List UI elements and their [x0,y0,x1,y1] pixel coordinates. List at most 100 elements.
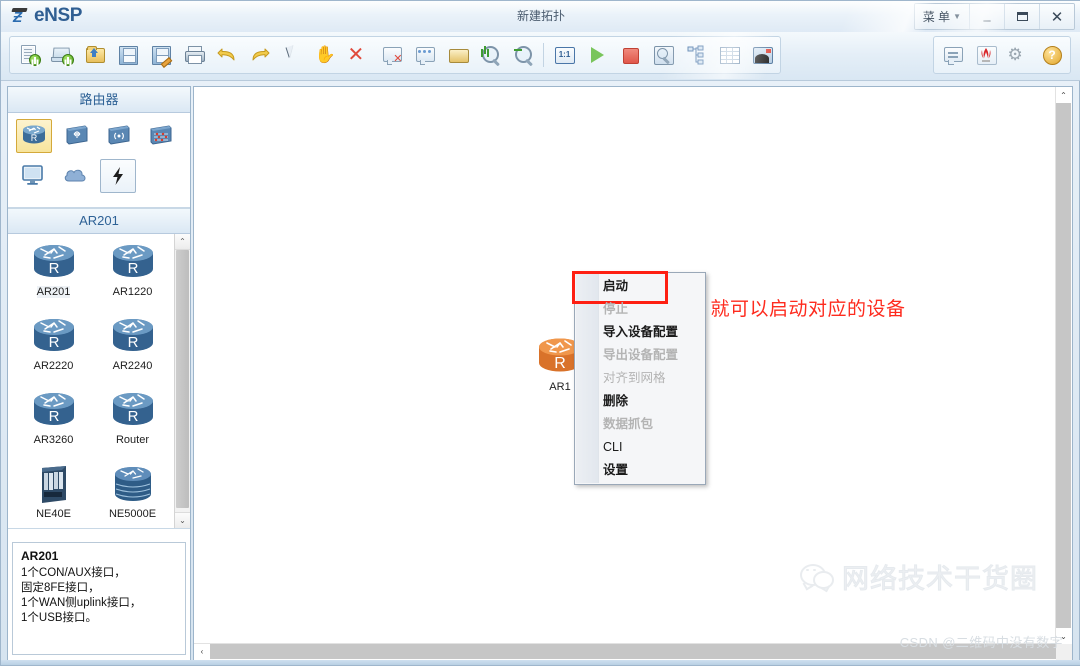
zoom-reset-button[interactable]: 1:1 [547,39,580,71]
select-tool-button[interactable] [276,39,309,71]
wechat-icon [800,563,834,590]
pan-tool-button[interactable]: ✋ [309,39,342,71]
save-button[interactable] [111,39,144,71]
status-bar [1,660,1080,665]
undo-icon [216,44,238,66]
category-terminal[interactable] [16,159,50,191]
window-title: 新建拓扑 [516,9,565,23]
svg-text:R: R [48,408,59,425]
context-menu-item-import-config[interactable]: 导入设备配置 [575,321,705,344]
router-device-icon: R [112,393,153,425]
zoom-out-button[interactable] [507,39,540,71]
category-other[interactable] [100,159,136,193]
open-button[interactable] [78,39,111,71]
chat-button[interactable] [936,39,969,71]
context-menu-item-start[interactable]: 启动 [572,271,705,304]
canvas-scroll-up-icon[interactable]: ⌃ [1056,87,1071,103]
redo-button[interactable] [243,39,276,71]
zoom-reset-icon: 1:1 [553,44,575,66]
pan-hand-icon: ✋ [314,45,336,64]
context-menu-item-align-grid: 对齐到网格 [575,367,705,390]
print-icon [183,44,205,66]
close-button[interactable]: ✕ [1039,4,1074,29]
category-wlan[interactable] [102,119,136,151]
grid-icon [718,44,740,66]
device-item-ar2240[interactable]: R AR2240 [93,316,172,390]
device-item-ar201[interactable]: R AR201 [14,242,93,316]
category-router[interactable]: R [16,119,52,153]
window-controls: 菜 单 ▼ _ ✕ [913,3,1075,30]
context-menu-item-cli[interactable]: CLI [575,436,705,459]
help-button[interactable]: ? [1035,39,1068,71]
canvas-scroll-left-icon[interactable]: ‹ [194,644,210,659]
router-icon: R [23,125,45,144]
add-shape-button[interactable] [441,39,474,71]
device-grid: R AR201 R AR1220 R AR2220 R AR2240 R AR3… [8,234,172,528]
background-button[interactable] [745,39,778,71]
scroll-down-arrow-icon[interactable]: ⌄ [175,512,190,528]
scroll-up-arrow-icon[interactable]: ⌃ [175,234,190,250]
save-as-button[interactable] [144,39,177,71]
device-label: AR1220 [112,286,153,298]
core-router-icon [114,467,151,501]
settings-gear-icon: ⚙ [1007,45,1023,64]
capture-button[interactable] [646,39,679,71]
undo-button[interactable] [210,39,243,71]
context-menu-item-capture: 数据抓包 [575,413,705,436]
context-menu-item-delete[interactable]: 删除 [575,390,705,413]
topology-canvas[interactable]: 右击选择启动，就可以启动对应的设备 R AR1 启动 停止 导入设备配置 导出设… [194,87,1056,644]
context-menu-label: CLI [603,440,623,454]
open-folder-icon [84,44,106,66]
stop-all-button[interactable] [613,39,646,71]
scroll-thumb[interactable] [176,250,189,508]
device-list-scrollbar[interactable]: ⌃ ⌄ [174,234,190,528]
zoom-in-button[interactable] [474,39,507,71]
device-label: NE5000E [108,508,157,520]
context-menu-label: 对齐到网格 [603,371,666,385]
new-topology-button[interactable] [12,39,45,71]
huawei-logo-icon [975,44,997,66]
device-label: AR2240 [112,360,153,372]
start-all-button[interactable] [580,39,613,71]
context-menu-item-settings[interactable]: 设置 [575,459,705,482]
delete-button[interactable]: ✕ [342,39,375,71]
canvas-vscroll-track[interactable] [1056,103,1071,628]
settings-button[interactable]: ⚙ [1002,39,1035,71]
device-item-router[interactable]: R Router [93,390,172,464]
grid-button[interactable] [712,39,745,71]
category-cloud[interactable] [58,159,92,191]
topology-tree-button[interactable] [679,39,712,71]
csdn-watermark: CSDN @二维码中没有数字 [899,635,1063,650]
svg-text:R: R [127,260,138,277]
huawei-button[interactable] [969,39,1002,71]
minimize-button[interactable]: _ [969,4,1004,29]
wlan-ap-icon [108,125,130,145]
context-menu-label: 导出设备配置 [603,348,679,362]
device-label: AR3260 [33,434,74,446]
title-bar: Ƶ eNSP 新建拓扑 菜 单 ▼ _ ✕ [1,1,1080,32]
new-device-button[interactable] [45,39,78,71]
menu-button[interactable]: 菜 单 ▼ [914,4,969,29]
chevron-down-icon: ▼ [953,12,961,21]
device-item-ar1220[interactable]: R AR1220 [93,242,172,316]
print-button[interactable] [177,39,210,71]
description-line: 1个WAN侧uplink接口， [21,597,142,609]
context-menu-label: 设置 [603,463,629,477]
topology-canvas-area: 右击选择启动，就可以启动对应的设备 R AR1 启动 停止 导入设备配置 导出设… [193,86,1073,661]
maximize-button[interactable] [1004,4,1039,29]
device-item-ar3260[interactable]: R AR3260 [14,390,93,464]
start-all-icon [586,44,608,66]
save-as-icon [150,44,172,68]
device-item-ar2220[interactable]: R AR2220 [14,316,93,390]
description-line: 固定8FE接口， [21,582,100,594]
clear-annotation-button[interactable]: ✕ [375,39,408,71]
category-firewall[interactable] [144,119,178,151]
device-item-ne5000e[interactable]: NE5000E [93,464,172,528]
device-sidebar: 路由器 R AR201 R AR201 R AR1220 R AR2220 R … [7,86,191,661]
category-switch[interactable] [60,119,94,151]
ensp-application-window: Ƶ eNSP 新建拓扑 菜 单 ▼ _ ✕ ✋ ✕ ✕ 1:1 ⚙ ? 路由器 … [0,0,1080,666]
device-item-ne40e[interactable]: NE40E [14,464,93,528]
add-text-button[interactable] [408,39,441,71]
canvas-vertical-scrollbar[interactable]: ⌃ ⌄ [1055,87,1072,644]
svg-text:R: R [554,355,566,372]
